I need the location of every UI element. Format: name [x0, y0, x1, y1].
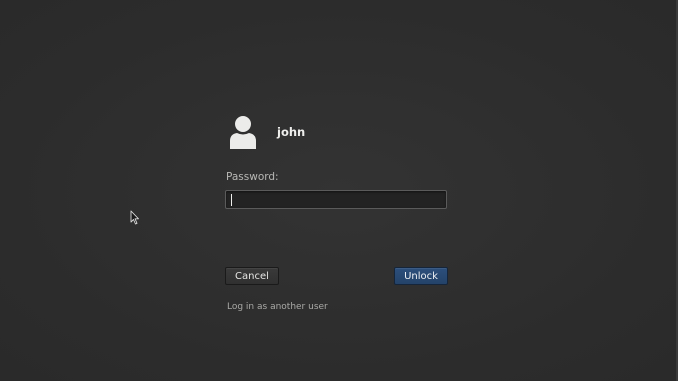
- username: john: [277, 125, 306, 139]
- mouse-pointer-icon: [130, 210, 140, 229]
- password-field[interactable]: [225, 190, 447, 209]
- user-avatar-icon: [228, 114, 264, 156]
- text-cursor: [231, 194, 232, 206]
- unlock-button[interactable]: Unlock: [394, 267, 448, 285]
- lock-screen: john Password: Cancel Unlock Log in as a…: [0, 0, 678, 381]
- log-in-as-another-user-link[interactable]: Log in as another user: [227, 302, 328, 312]
- cancel-button[interactable]: Cancel: [225, 267, 279, 285]
- user-row: john: [228, 114, 305, 156]
- password-label: Password:: [226, 171, 279, 183]
